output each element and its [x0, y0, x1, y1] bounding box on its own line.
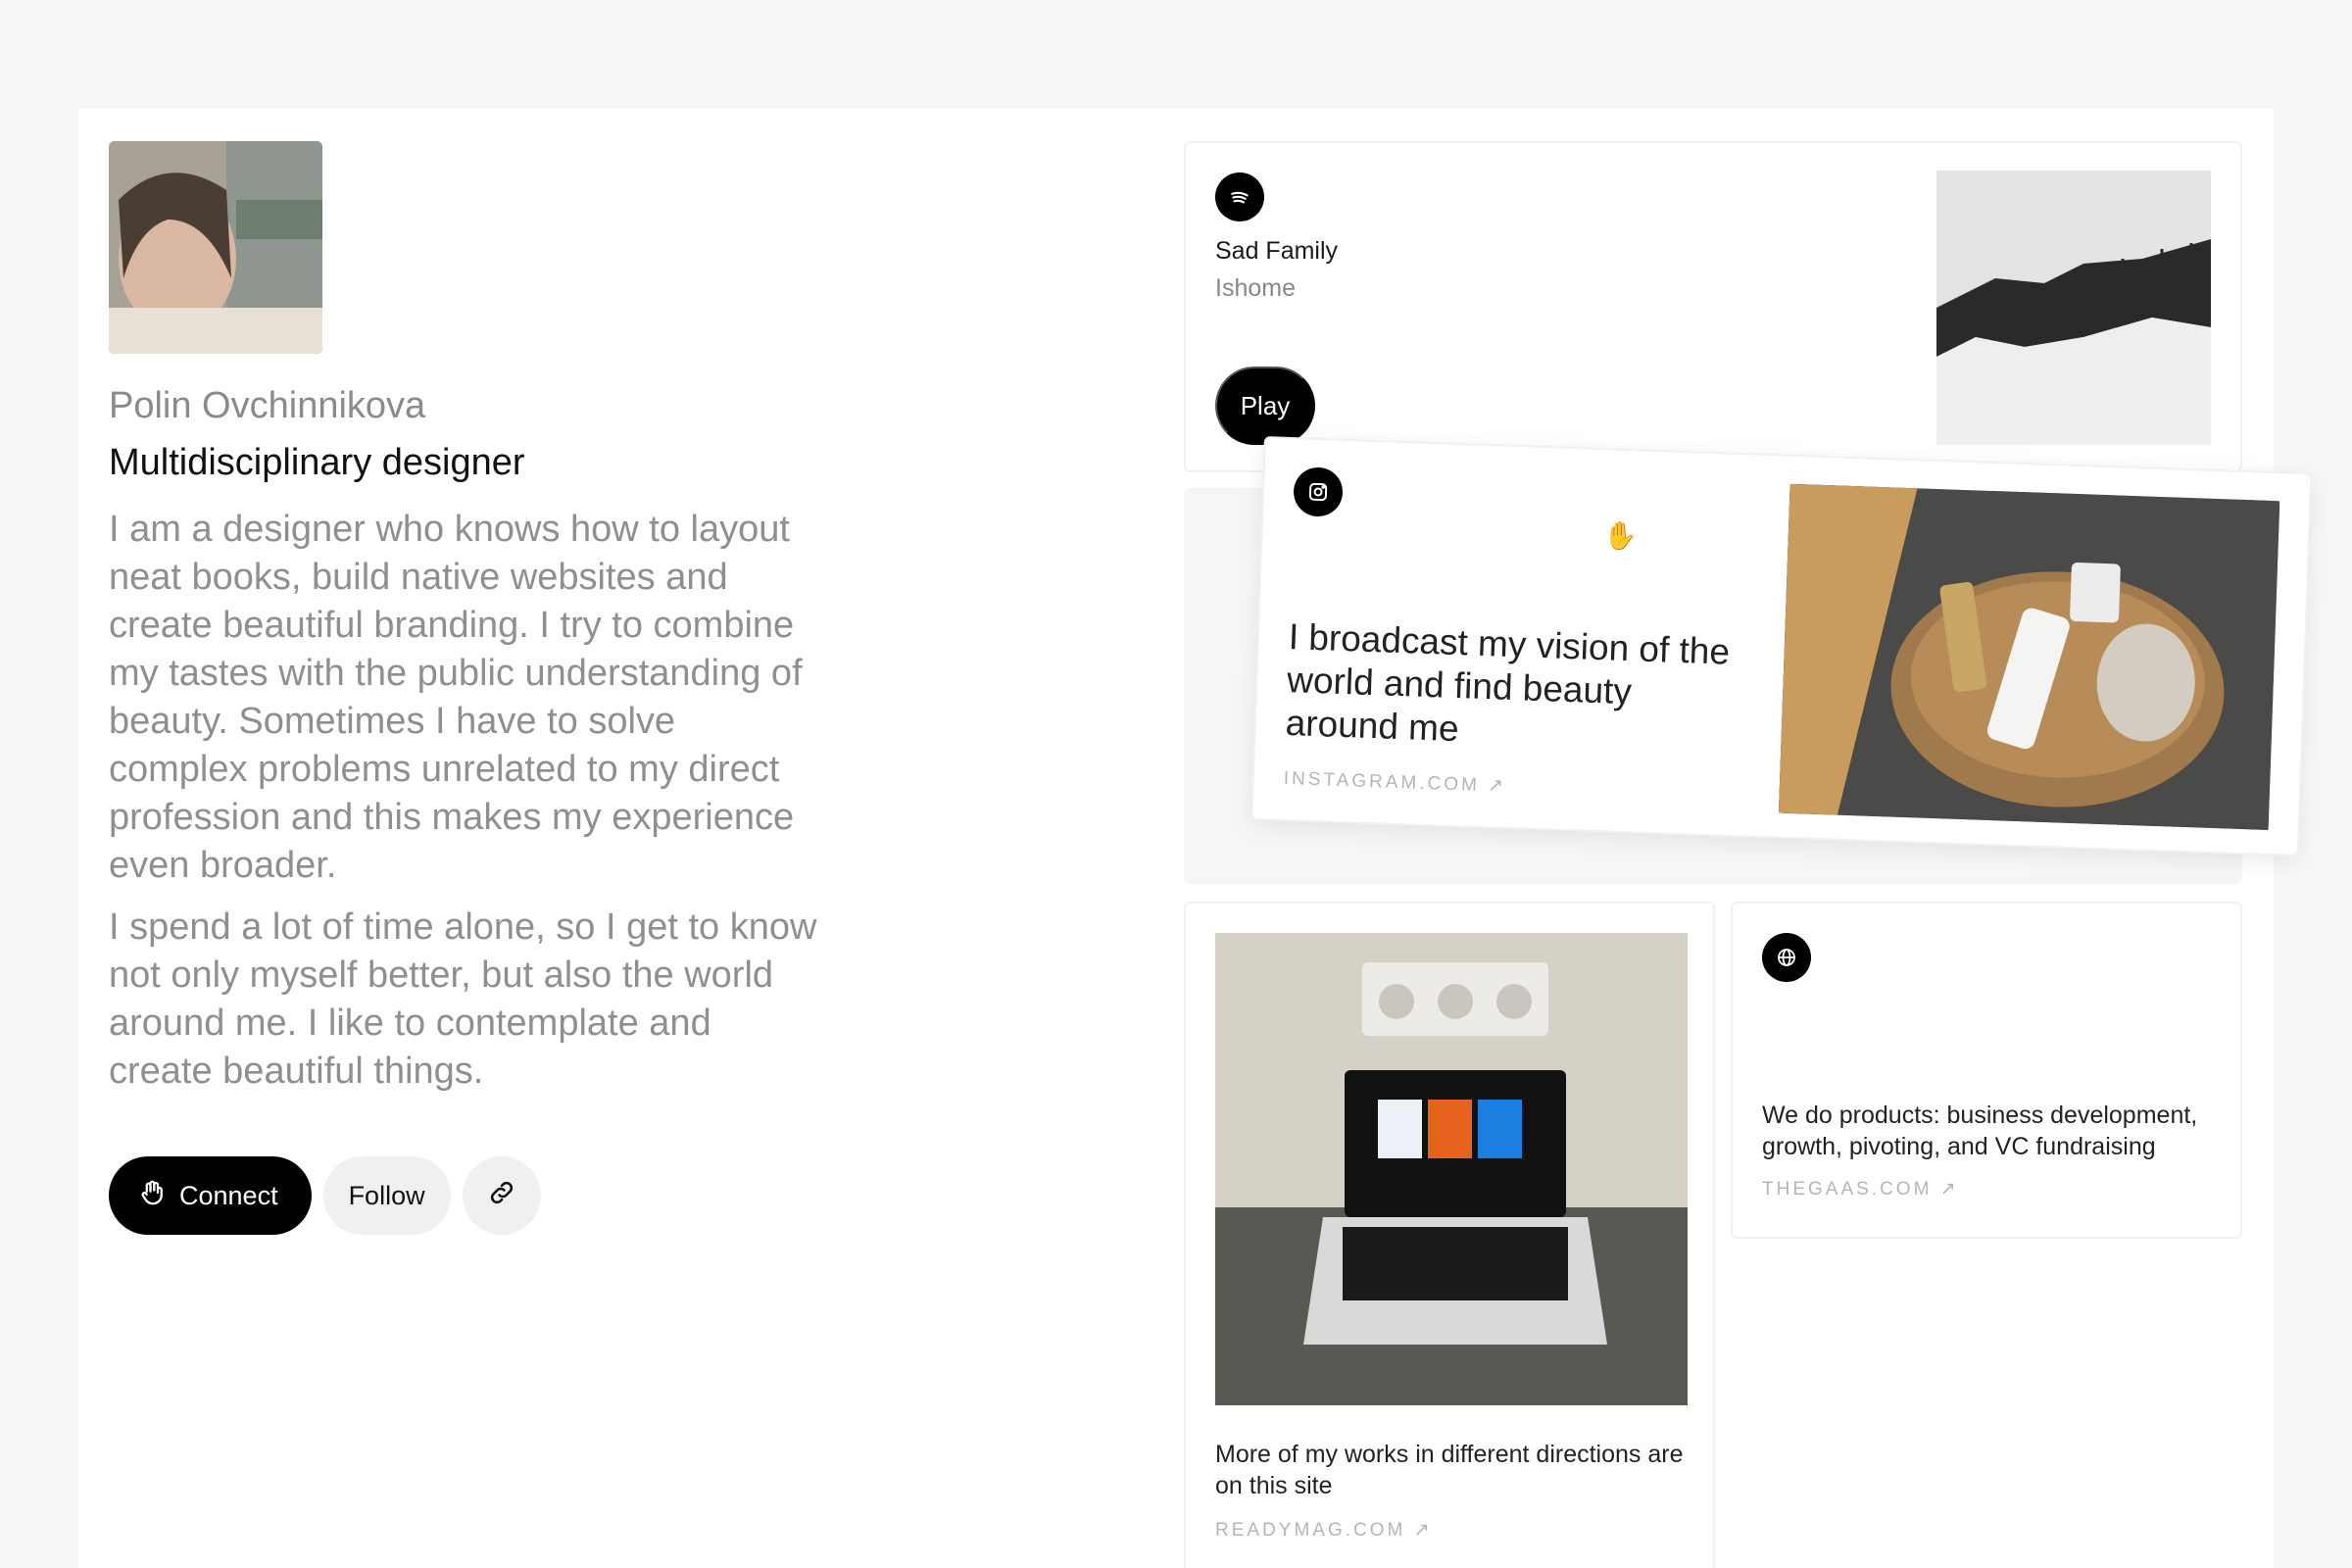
thegaas-link[interactable]: THEGAAS.COM ↗ [1762, 1178, 1959, 1200]
readymag-card[interactable]: More of my works in different directions… [1184, 902, 1715, 1568]
album-cover [1936, 171, 2211, 445]
bio-paragraph: I spend a lot of time alone, so I get to… [109, 906, 817, 1092]
instagram-card[interactable]: I broadcast my vision of the world and f… [1250, 436, 2313, 858]
grab-cursor-icon: ✋ [1603, 520, 1638, 551]
follow-button[interactable]: Follow [322, 1156, 451, 1235]
wave-hand-icon [138, 1178, 168, 1214]
connect-label: Connect [179, 1180, 278, 1210]
instagram-link[interactable]: INSTAGRAM.COM ↗ [1283, 767, 1506, 798]
link-icon [487, 1178, 516, 1214]
bio-paragraph: I am a designer who knows how to layout … [109, 509, 803, 886]
readymag-photo [1215, 933, 1688, 1405]
avatar [109, 141, 322, 354]
instagram-icon [1293, 466, 1344, 517]
instagram-caption: I broadcast my vision of the world and f… [1285, 616, 1731, 750]
song-title: Sad Family [1215, 237, 1339, 265]
avatar-photo [109, 141, 322, 354]
readymag-caption: More of my works in different directions… [1215, 1441, 1684, 1499]
profile-bio: I am a designer who knows how to layout … [109, 506, 824, 1109]
copy-link-button[interactable] [462, 1156, 541, 1235]
thegaas-caption: We do products: business development, gr… [1762, 1102, 2198, 1160]
globe-icon [1762, 933, 1811, 982]
spotify-card[interactable]: Sad Family Ishome Play [1184, 141, 2242, 472]
readymag-link[interactable]: READYMAG.COM ↗ [1215, 1519, 1433, 1542]
spotify-icon [1215, 172, 1264, 221]
profile-role: Multidisciplinary designer [109, 442, 525, 483]
instagram-photo [1778, 483, 2280, 831]
song-artist: Ishome [1215, 274, 1296, 302]
profile-actions: Connect Follow [109, 1156, 541, 1235]
connect-button[interactable]: Connect [109, 1156, 312, 1235]
thegaas-card[interactable]: We do products: business development, gr… [1731, 902, 2242, 1239]
profile-name: Polin Ovchinnikova [109, 385, 426, 426]
play-button[interactable]: Play [1215, 367, 1315, 445]
